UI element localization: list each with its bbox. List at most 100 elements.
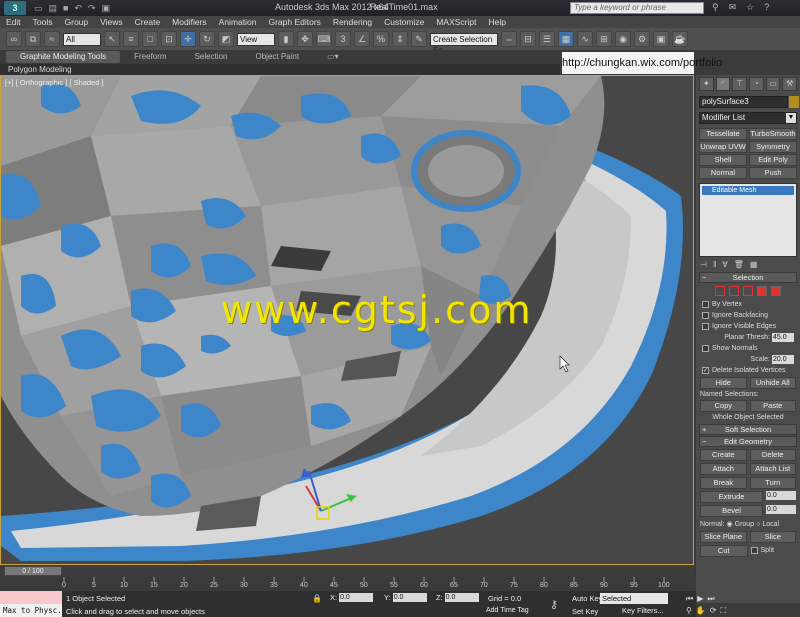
percent-snap-icon[interactable]: % bbox=[373, 31, 389, 47]
show-end-result-icon[interactable]: ‖ bbox=[713, 260, 716, 269]
redo-icon[interactable]: ↷ bbox=[88, 3, 96, 14]
star-icon[interactable]: ☆ bbox=[746, 2, 754, 13]
create-tab-icon[interactable]: ✦ bbox=[699, 77, 714, 91]
utilities-tab-icon[interactable]: ⚒ bbox=[782, 77, 798, 91]
modifier-list-select[interactable]: Modifier List ▼ bbox=[699, 112, 797, 124]
curve-editor-icon[interactable]: ∿ bbox=[577, 31, 593, 47]
menu-tools[interactable]: Tools bbox=[33, 17, 53, 27]
subscription-icon[interactable]: ✉ bbox=[729, 2, 737, 13]
maximize-viewport-icon[interactable]: ⛶ bbox=[721, 606, 727, 616]
menu-help[interactable]: Help bbox=[488, 17, 505, 27]
ignore-backfacing-checkbox[interactable] bbox=[702, 311, 709, 319]
selection-rollout-header[interactable]: − Selection bbox=[699, 272, 797, 283]
attach-list-button[interactable]: Attach List bbox=[749, 463, 796, 475]
push-button[interactable]: Push bbox=[749, 167, 797, 179]
by-vertex-checkbox[interactable] bbox=[702, 300, 709, 308]
normal-button[interactable]: Normal bbox=[699, 167, 747, 179]
layer-manager-icon[interactable]: ☰ bbox=[539, 31, 555, 47]
reference-coord-select[interactable]: View bbox=[237, 32, 275, 46]
go-to-end-icon[interactable]: ⏭ bbox=[707, 594, 714, 604]
angle-snap-icon[interactable]: ∠ bbox=[354, 31, 370, 47]
unwrap-uvw-button[interactable]: Unwrap UVW bbox=[699, 141, 747, 153]
delete-button[interactable]: Delete bbox=[749, 449, 796, 461]
make-unique-icon[interactable]: ∀ bbox=[722, 260, 727, 269]
ribbon-panel-label[interactable]: Polygon Modeling bbox=[0, 64, 560, 75]
rotate-icon[interactable]: ↻ bbox=[199, 31, 215, 47]
menu-edit[interactable]: Edit bbox=[6, 17, 21, 27]
render-production-icon[interactable]: ☕ bbox=[672, 31, 688, 47]
mirror-icon[interactable]: ⇔ bbox=[501, 31, 517, 47]
display-tab-icon[interactable]: ▭ bbox=[765, 77, 781, 91]
edit-named-selection-icon[interactable]: ✎ bbox=[411, 31, 427, 47]
maxscript-mini-listener[interactable]: Max to Physc. bbox=[0, 604, 62, 617]
rectangular-selection-icon[interactable]: □ bbox=[142, 31, 158, 47]
help-icon[interactable]: ? bbox=[764, 2, 769, 13]
bind-space-warp-icon[interactable]: ≈ bbox=[44, 31, 60, 47]
unhide-all-button[interactable]: Unhide All bbox=[749, 377, 796, 389]
pivot-center-icon[interactable]: ▮ bbox=[278, 31, 294, 47]
object-name-field[interactable]: polySurface3 bbox=[699, 96, 799, 108]
hide-button[interactable]: Hide bbox=[700, 377, 747, 389]
local-radio-icon[interactable]: ○ bbox=[756, 521, 760, 528]
face-mode-icon[interactable] bbox=[743, 286, 753, 296]
auto-key-button[interactable]: Auto Key bbox=[572, 594, 602, 603]
turn-button[interactable]: Turn bbox=[749, 477, 796, 489]
vertex-mode-icon[interactable] bbox=[715, 286, 725, 296]
link-icon[interactable]: ∞ bbox=[6, 31, 22, 47]
window-crossing-icon[interactable]: ⊡ bbox=[161, 31, 177, 47]
shell-button[interactable]: Shell bbox=[699, 154, 747, 166]
x-coordinate-field[interactable]: 0.0 bbox=[339, 593, 374, 602]
tab-freeform[interactable]: Freeform bbox=[120, 51, 180, 63]
keyboard-shortcut-icon[interactable]: ⌨ bbox=[316, 31, 332, 47]
edit-geometry-rollout-header[interactable]: − Edit Geometry bbox=[699, 436, 797, 447]
new-file-icon[interactable]: ▭ bbox=[34, 3, 43, 14]
menu-maxscript[interactable]: MAXScript bbox=[436, 17, 476, 27]
zoom-icon[interactable]: ⚲ bbox=[686, 606, 692, 616]
ignore-backfacing-row[interactable]: Ignore Backfacing bbox=[702, 310, 794, 320]
menu-views[interactable]: Views bbox=[100, 17, 123, 27]
graphite-toggle-icon[interactable]: ▦ bbox=[558, 31, 574, 47]
select-object-icon[interactable]: ↖ bbox=[104, 31, 120, 47]
select-manipulate-icon[interactable]: ✥ bbox=[297, 31, 313, 47]
show-normals-checkbox[interactable] bbox=[702, 344, 709, 352]
select-by-name-icon[interactable]: ≡ bbox=[123, 31, 139, 47]
tab-object-paint[interactable]: Object Paint bbox=[242, 51, 314, 63]
time-slider[interactable]: 0 / 100 bbox=[0, 565, 694, 577]
snaps-toggle-icon[interactable]: 3 bbox=[335, 31, 351, 47]
add-time-tag-button[interactable]: Add Time Tag bbox=[486, 607, 529, 614]
edge-mode-icon[interactable] bbox=[729, 286, 739, 296]
paste-button[interactable]: Paste bbox=[749, 400, 796, 412]
menu-create[interactable]: Create bbox=[135, 17, 161, 27]
go-to-start-icon[interactable]: ⏮ bbox=[686, 594, 693, 604]
scale-icon[interactable]: ◩ bbox=[218, 31, 234, 47]
menu-modifiers[interactable]: Modifiers bbox=[172, 17, 206, 27]
planar-thresh-spinner[interactable]: 45.0 bbox=[772, 332, 794, 342]
menu-graph-editors[interactable]: Graph Editors bbox=[268, 17, 320, 27]
stack-item-editable-mesh[interactable]: Editable Mesh bbox=[702, 186, 794, 195]
motion-tab-icon[interactable]: ◔ bbox=[749, 77, 764, 91]
edit-poly-button[interactable]: Edit Poly bbox=[749, 154, 797, 166]
set-key-button[interactable]: Set Key bbox=[572, 607, 598, 616]
time-slider-thumb[interactable]: 0 / 100 bbox=[4, 566, 62, 576]
material-editor-icon[interactable]: ◉ bbox=[615, 31, 631, 47]
slice-plane-button[interactable]: Slice Plane bbox=[700, 531, 747, 543]
lock-icon[interactable]: 🔒 bbox=[312, 594, 322, 603]
split-row[interactable]: Split bbox=[750, 545, 797, 555]
by-vertex-row[interactable]: By Vertex bbox=[702, 299, 794, 309]
ignore-visible-edges-checkbox[interactable] bbox=[702, 322, 709, 330]
extrude-spinner[interactable]: 0.0 bbox=[766, 491, 796, 500]
key-filters-button[interactable]: Key Filters... bbox=[622, 606, 664, 615]
cut-button[interactable]: Cut bbox=[700, 545, 748, 557]
search-icon[interactable]: ⚲ bbox=[712, 2, 719, 13]
project-folder-icon[interactable]: ▣ bbox=[102, 3, 111, 14]
polygon-mode-icon[interactable] bbox=[757, 286, 767, 296]
object-color-swatch[interactable] bbox=[789, 96, 799, 108]
key-icon[interactable]: ⚷ bbox=[550, 598, 558, 611]
key-selection-set-select[interactable]: Selected bbox=[600, 593, 668, 604]
menu-customize[interactable]: Customize bbox=[384, 17, 424, 27]
hierarchy-tab-icon[interactable]: ⊤ bbox=[732, 77, 748, 91]
modify-tab-icon[interactable]: ◜ bbox=[715, 77, 731, 91]
spinner-snap-icon[interactable]: ⇕ bbox=[392, 31, 408, 47]
group-radio-icon[interactable]: ◉ bbox=[727, 520, 733, 528]
align-icon[interactable]: ⊟ bbox=[520, 31, 536, 47]
